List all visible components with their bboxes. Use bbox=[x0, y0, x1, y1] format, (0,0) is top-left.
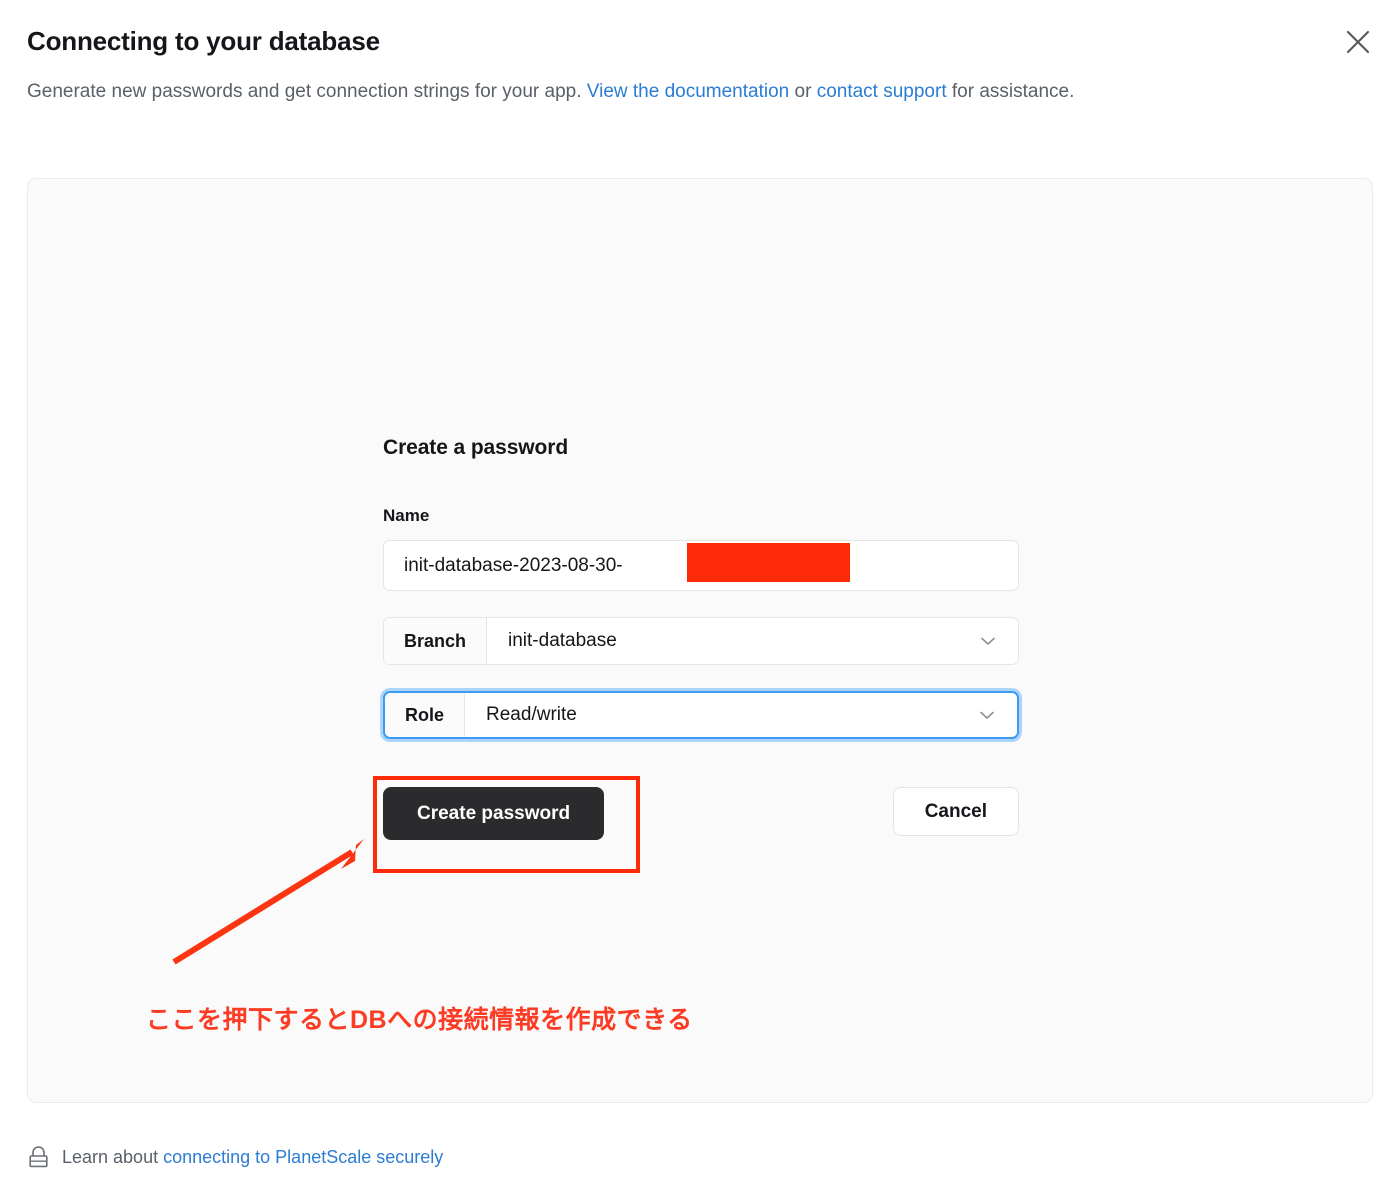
form-actions: Create password Cancel bbox=[383, 787, 1019, 841]
branch-select[interactable]: Branch init-database bbox=[383, 617, 1019, 665]
form-heading: Create a password bbox=[383, 436, 569, 459]
password-name-input[interactable]: init-database-2023-08-30- bbox=[383, 540, 1019, 591]
subtitle-text-2: or bbox=[789, 81, 817, 102]
footer-note: Learn about connecting to PlanetScale se… bbox=[27, 1145, 443, 1170]
subtitle-text-1: Generate new passwords and get connectio… bbox=[27, 81, 587, 102]
planetscale-security-link[interactable]: connecting to PlanetScale securely bbox=[163, 1147, 443, 1167]
role-select-value: Read/write bbox=[465, 693, 977, 737]
branch-select-label: Branch bbox=[384, 618, 488, 664]
lock-icon bbox=[27, 1145, 50, 1170]
footer-text-prefix: Learn about bbox=[62, 1147, 164, 1167]
password-name-value: init-database-2023-08-30- bbox=[404, 554, 623, 576]
branch-select-value: init-database bbox=[487, 618, 978, 664]
cancel-button[interactable]: Cancel bbox=[892, 787, 1019, 836]
chevron-down-icon bbox=[977, 693, 1017, 737]
page-title: Connecting to your database bbox=[27, 26, 380, 56]
subtitle-text-3: for assistance. bbox=[946, 81, 1075, 102]
chevron-down-icon bbox=[978, 618, 1018, 664]
close-button[interactable] bbox=[1338, 22, 1378, 62]
role-select[interactable]: Role Read/write bbox=[383, 691, 1019, 739]
footer-text: Learn about connecting to PlanetScale se… bbox=[62, 1147, 443, 1168]
redaction-overlay bbox=[687, 543, 850, 582]
name-field-label: Name bbox=[383, 506, 430, 525]
annotation-caption: ここを押下するとDBへの接続情報を作成できる bbox=[146, 1006, 693, 1034]
modal-subtitle: Generate new passwords and get connectio… bbox=[27, 76, 1227, 108]
close-icon bbox=[1345, 29, 1371, 55]
view-documentation-link[interactable]: View the documentation bbox=[587, 81, 789, 102]
create-password-button[interactable]: Create password bbox=[383, 787, 605, 840]
role-select-label: Role bbox=[385, 693, 466, 737]
contact-support-link[interactable]: contact support bbox=[817, 81, 947, 102]
create-password-form: Create a password Name init-database-202… bbox=[383, 436, 1019, 841]
